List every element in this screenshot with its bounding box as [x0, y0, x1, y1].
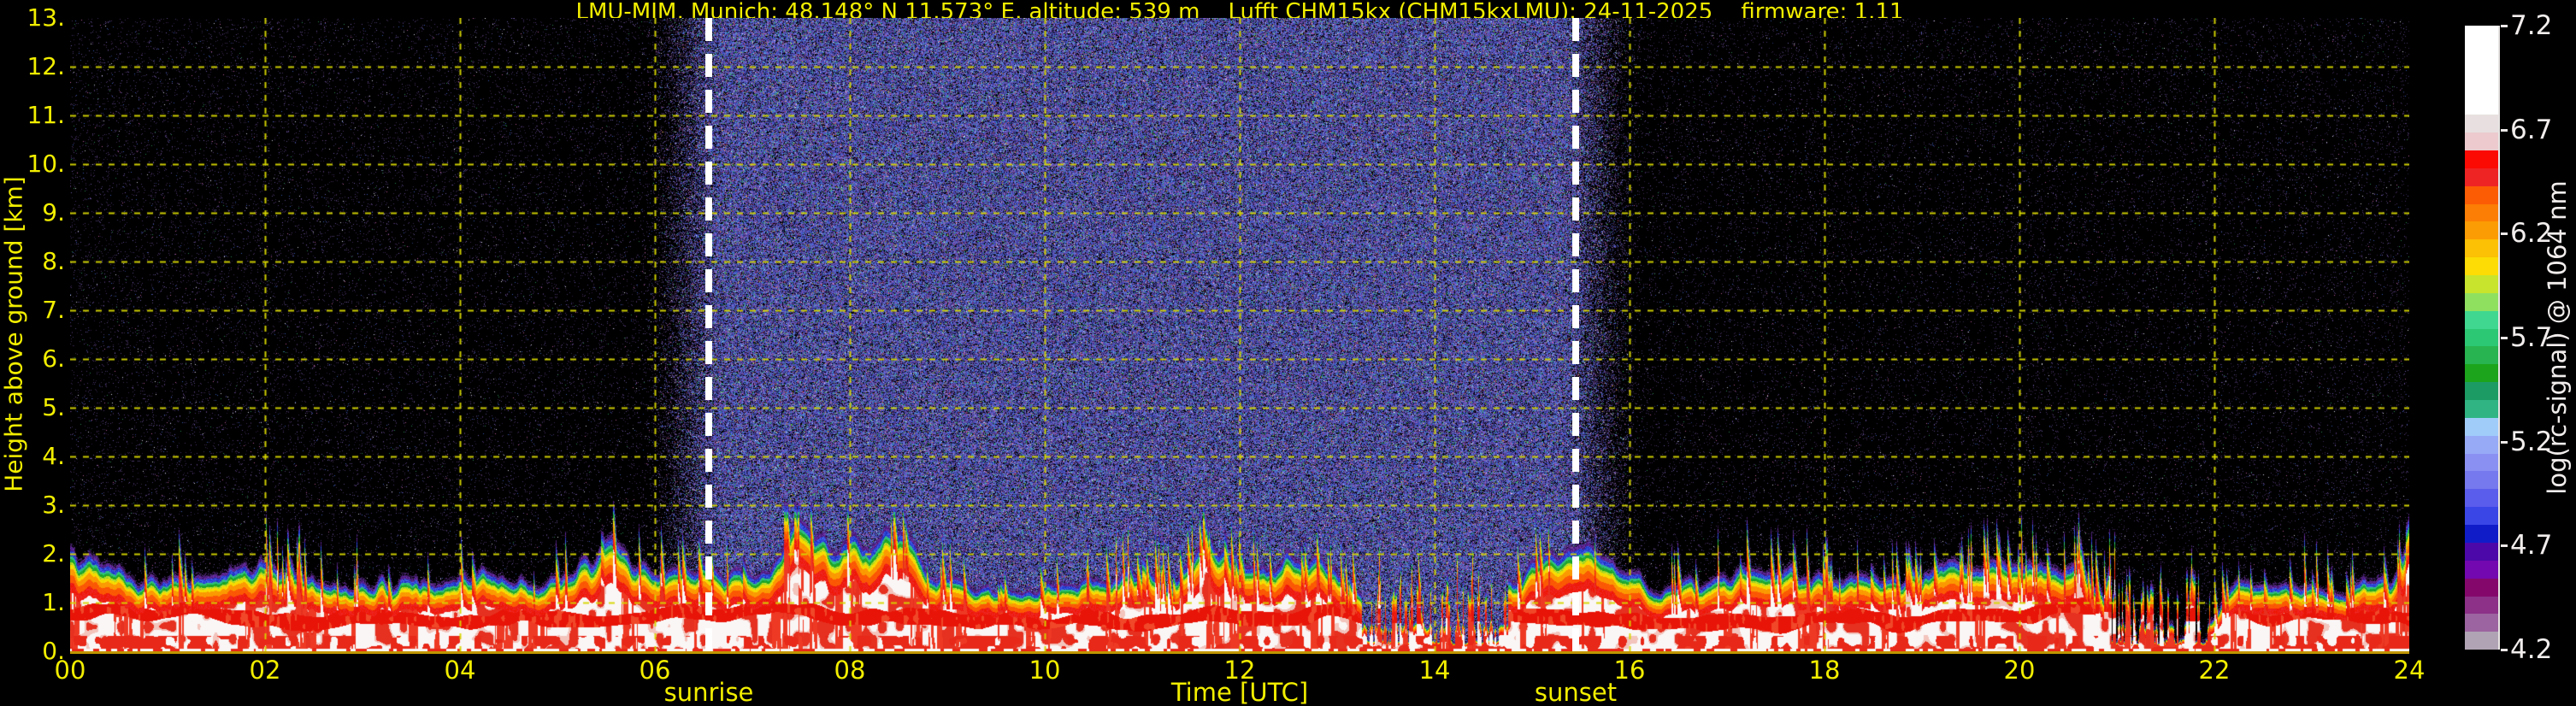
colorbar-band: [2465, 471, 2498, 490]
colorbar-band: [2465, 79, 2498, 97]
colorbar-band: [2465, 489, 2498, 508]
x-axis-line: [70, 651, 2409, 654]
colorbar-tick-label: 4.2: [2510, 634, 2553, 665]
colorbar-tick-label: 6.7: [2510, 114, 2553, 145]
colorbar-band: [2465, 221, 2498, 240]
colorbar-band: [2465, 364, 2498, 383]
y-tick-label: 13.: [27, 3, 65, 32]
x-tick-label: 04: [444, 656, 476, 685]
colorbar-band: [2465, 328, 2498, 347]
colorbar-band: [2465, 525, 2498, 543]
x-tick-label: 22: [2198, 656, 2231, 685]
colorbar-band: [2465, 578, 2498, 597]
colorbar-band: [2465, 185, 2498, 204]
colorbar-tick-mark: [2501, 440, 2508, 444]
y-tick-label: 7.: [42, 296, 65, 324]
sunset-line: [1572, 18, 1580, 651]
colorbar-band: [2465, 26, 2498, 44]
y-tick-label: 2.: [42, 539, 65, 568]
y-tick-label: 10.: [27, 150, 65, 178]
colorbar-tick-label: 7.2: [2510, 10, 2553, 41]
colorbar-band: [2465, 614, 2498, 632]
colorbar-tick-label: 4.7: [2510, 530, 2553, 562]
x-axis-label: Time [UTC]: [1170, 678, 1309, 706]
colorbar-band: [2465, 417, 2498, 436]
x-tick-label: 00: [54, 656, 86, 685]
colorbar-band: [2465, 507, 2498, 526]
y-tick-label: 5.: [42, 393, 65, 421]
colorbar-tick-mark: [2501, 128, 2508, 132]
colorbar-band: [2465, 257, 2498, 276]
colorbar-band: [2465, 132, 2498, 151]
colorbar-band: [2465, 203, 2498, 222]
colorbar-band: [2465, 435, 2498, 454]
colorbar-band: [2465, 168, 2498, 186]
colorbar-band: [2465, 43, 2498, 62]
heatmap-canvas: [70, 18, 2409, 651]
y-tick-label: 6.: [42, 344, 65, 373]
x-tick-label: 20: [2003, 656, 2036, 685]
y-tick-label: 8.: [42, 247, 65, 275]
x-tick-label: 02: [249, 656, 281, 685]
colorbar-band: [2465, 346, 2498, 365]
colorbar: [2465, 26, 2500, 650]
x-tick-label: 14: [1418, 656, 1451, 685]
colorbar-tick-mark: [2501, 25, 2508, 27]
colorbar-band: [2465, 275, 2498, 293]
colorbar-band: [2465, 632, 2498, 650]
colorbar-band: [2465, 61, 2498, 79]
x-tick-label: 24: [2393, 656, 2426, 685]
sunrise-label: sunrise: [663, 678, 754, 706]
y-tick-label: 12.: [27, 52, 65, 80]
colorbar-band: [2465, 596, 2498, 615]
colorbar-tick-mark: [2501, 337, 2508, 339]
colorbar-band: [2465, 115, 2498, 133]
x-tick-label: 18: [1808, 656, 1841, 685]
colorbar-band: [2465, 97, 2498, 115]
y-tick-label: 9.: [42, 198, 65, 227]
colorbar-band: [2465, 310, 2498, 329]
colorbar-band: [2465, 542, 2498, 561]
colorbar-band: [2465, 382, 2498, 401]
colorbar-band: [2465, 400, 2498, 418]
colorbar-tick-mark: [2501, 544, 2508, 548]
sunrise-line: [704, 18, 712, 651]
colorbar-tick-mark: [2501, 649, 2508, 651]
y-tick-label: 3.: [42, 491, 65, 519]
colorbar-band: [2465, 239, 2498, 258]
colorbar-band: [2465, 150, 2498, 168]
colorbar-band: [2465, 292, 2498, 311]
y-tick-label: 1.: [42, 588, 65, 616]
colorbar-tick-mark: [2501, 232, 2508, 236]
x-tick-label: 08: [834, 656, 866, 685]
sunset-label: sunset: [1534, 678, 1618, 706]
colorbar-band: [2465, 453, 2498, 472]
colorbar-band: [2465, 560, 2498, 579]
colorbar-label: log(rc-signal) @ 1064 nm: [2543, 180, 2572, 495]
x-tick-label: 10: [1029, 656, 1061, 685]
ceilometer-quicklook: LMU-MIM, Munich; 48.148° N 11.573° E, al…: [0, 0, 2576, 706]
y-tick-label: 11.: [27, 101, 65, 129]
y-tick-label: 4.: [42, 442, 65, 470]
